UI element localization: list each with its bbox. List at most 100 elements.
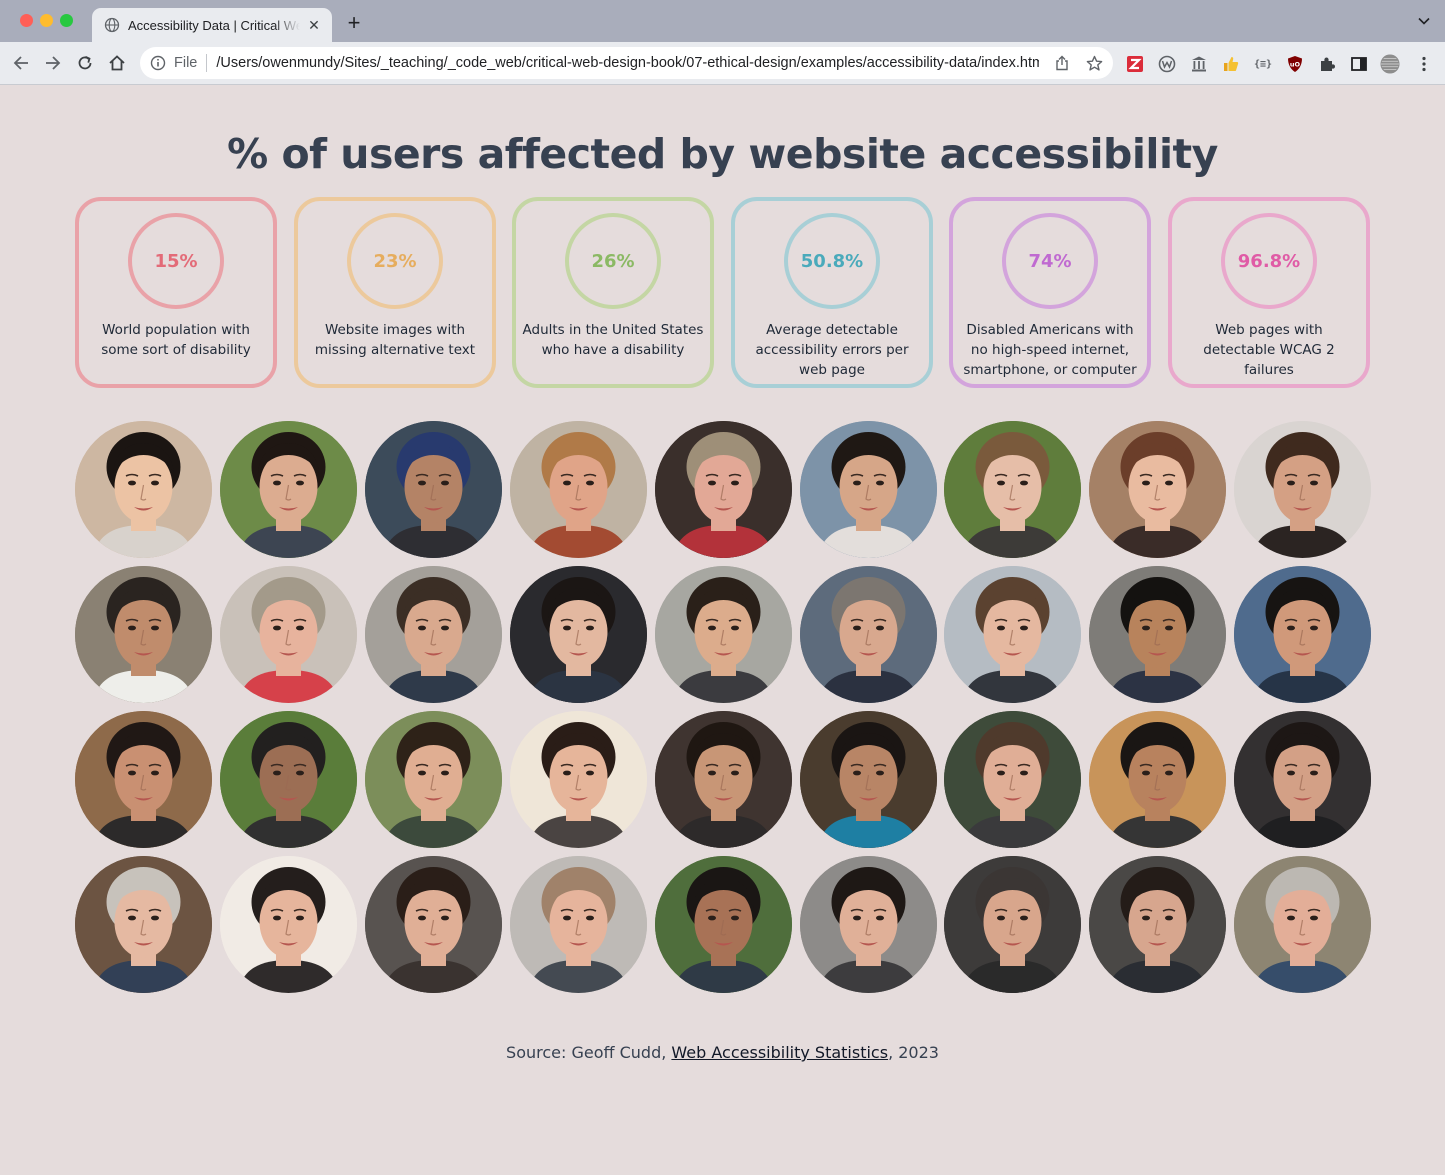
portrait-photo — [655, 856, 792, 993]
close-tab-icon[interactable]: ✕ — [306, 17, 322, 34]
reload-button[interactable] — [74, 52, 96, 74]
source-prefix: Source: Geoff Cudd, — [506, 1043, 672, 1062]
portrait-photo — [655, 421, 792, 558]
reload-icon — [78, 55, 92, 70]
page-title: % of users affected by website accessibi… — [227, 130, 1218, 178]
stat-card: 23% Website images with missing alternati… — [294, 197, 496, 388]
portrait-photo — [944, 566, 1081, 703]
source-suffix: , 2023 — [888, 1043, 939, 1062]
stat-description: World population with some sort of disab… — [101, 322, 251, 358]
stat-value: 15% — [154, 250, 198, 272]
portrait-photo — [510, 421, 647, 558]
portrait-photo — [655, 566, 792, 703]
json-formatter-extension-icon[interactable]: {≡} — [1253, 54, 1273, 74]
ublock-shield-icon[interactable]: uO — [1285, 54, 1305, 74]
globe-icon — [104, 17, 120, 33]
maximize-window-button[interactable] — [60, 14, 73, 27]
portrait-photo — [510, 566, 647, 703]
stat-description: Average detectable accessibility errors … — [755, 322, 909, 378]
bookmark-star-icon[interactable] — [1085, 54, 1103, 72]
portrait-photo — [365, 421, 502, 558]
info-icon[interactable] — [150, 55, 166, 71]
stat-value: 23% — [373, 250, 417, 272]
stat-ring: 96.8% — [1221, 213, 1317, 309]
stat-ring: 15% — [128, 213, 224, 309]
stat-ring: 26% — [565, 213, 661, 309]
zotero-extension-icon[interactable] — [1125, 54, 1145, 74]
source-link[interactable]: Web Accessibility Statistics — [671, 1043, 888, 1062]
minimize-window-button[interactable] — [40, 14, 53, 27]
faces-grid — [75, 421, 1371, 993]
archive-extension-icon[interactable] — [1189, 54, 1209, 74]
portrait-photo — [1234, 856, 1371, 993]
portrait-photo — [510, 856, 647, 993]
puzzle-extensions-icon[interactable] — [1317, 54, 1337, 74]
portrait-photo — [1089, 711, 1226, 848]
portrait-photo — [220, 711, 357, 848]
portrait-photo — [75, 856, 212, 993]
share-icon[interactable] — [1053, 54, 1071, 72]
more-menu-icon[interactable] — [1414, 54, 1434, 74]
forward-button[interactable] — [42, 52, 64, 74]
stat-ring: 74% — [1002, 213, 1098, 309]
portrait-photo — [220, 856, 357, 993]
portrait-photo — [75, 421, 212, 558]
portrait-photo — [220, 566, 357, 703]
portrait-photo — [220, 421, 357, 558]
thumbs-up-extension-icon[interactable] — [1221, 54, 1241, 74]
wayback-extension-icon[interactable] — [1157, 54, 1177, 74]
browser-tab-strip: Accessibility Data | Critical Web Design… — [0, 0, 1445, 42]
portrait-photo — [1089, 566, 1226, 703]
stat-value: 74% — [1028, 250, 1072, 272]
stat-card: 74% Disabled Americans with no high-speed… — [949, 197, 1151, 388]
arrow-right-icon — [46, 56, 61, 70]
back-button[interactable] — [10, 52, 32, 74]
portrait-photo — [365, 856, 502, 993]
stat-value: 26% — [591, 250, 635, 272]
portrait-photo — [944, 856, 1081, 993]
browser-tab-active[interactable]: Accessibility Data | Critical Web Design… — [92, 8, 332, 42]
side-panel-icon[interactable] — [1349, 54, 1369, 74]
stat-card: 26% Adults in the United States who have … — [512, 197, 714, 388]
stats-row: 15% World population with some sort of di… — [75, 197, 1370, 388]
portrait-photo — [800, 856, 937, 993]
stat-card: 15% World population with some sort of di… — [75, 197, 277, 388]
portrait-photo — [510, 711, 647, 848]
stat-description: Adults in the United States who have a d… — [522, 322, 704, 358]
stat-ring: 50.8% — [784, 213, 880, 309]
portrait-photo — [655, 711, 792, 848]
url-text[interactable]: /Users/owenmundy/Sites/_teaching/_code_w… — [216, 55, 1039, 71]
chevron-down-icon[interactable] — [1417, 14, 1431, 28]
portrait-photo — [75, 711, 212, 848]
stat-value: 96.8% — [1237, 250, 1301, 272]
browser-toolbar: File /Users/owenmundy/Sites/_teaching/_c… — [0, 42, 1445, 85]
portrait-photo — [1234, 421, 1371, 558]
stat-ring: 23% — [347, 213, 443, 309]
url-scheme-label: File — [174, 55, 198, 71]
stat-card: 96.8% Web pages with detectable WCAG 2 fa… — [1168, 197, 1370, 388]
home-icon — [109, 55, 125, 71]
stat-description: Web pages with detectable WCAG 2 failure… — [1203, 322, 1335, 378]
stat-value: 50.8% — [800, 250, 864, 272]
portrait-photo — [800, 421, 937, 558]
portrait-photo — [75, 566, 212, 703]
portrait-photo — [365, 711, 502, 848]
portrait-photo — [944, 711, 1081, 848]
portrait-photo — [1234, 711, 1371, 848]
portrait-photo — [800, 566, 937, 703]
close-window-button[interactable] — [20, 14, 33, 27]
arrow-left-icon — [13, 56, 28, 70]
address-bar[interactable]: File /Users/owenmundy/Sites/_teaching/_c… — [140, 47, 1113, 79]
tab-title: Accessibility Data | Critical Web Design — [128, 17, 300, 33]
portrait-photo — [1234, 566, 1371, 703]
profile-avatar[interactable] — [1380, 54, 1400, 74]
new-tab-button[interactable]: + — [344, 12, 364, 34]
stat-card: 50.8% Average detectable accessibility er… — [731, 197, 933, 388]
portrait-photo — [944, 421, 1081, 558]
portrait-photo — [1089, 421, 1226, 558]
portrait-photo — [800, 711, 937, 848]
source-credit: Source: Geoff Cudd, Web Accessibility St… — [0, 1043, 1445, 1062]
stat-description: Disabled Americans with no high-speed in… — [963, 322, 1137, 378]
svg-text:uO: uO — [1290, 61, 1301, 69]
home-button[interactable] — [106, 52, 128, 74]
